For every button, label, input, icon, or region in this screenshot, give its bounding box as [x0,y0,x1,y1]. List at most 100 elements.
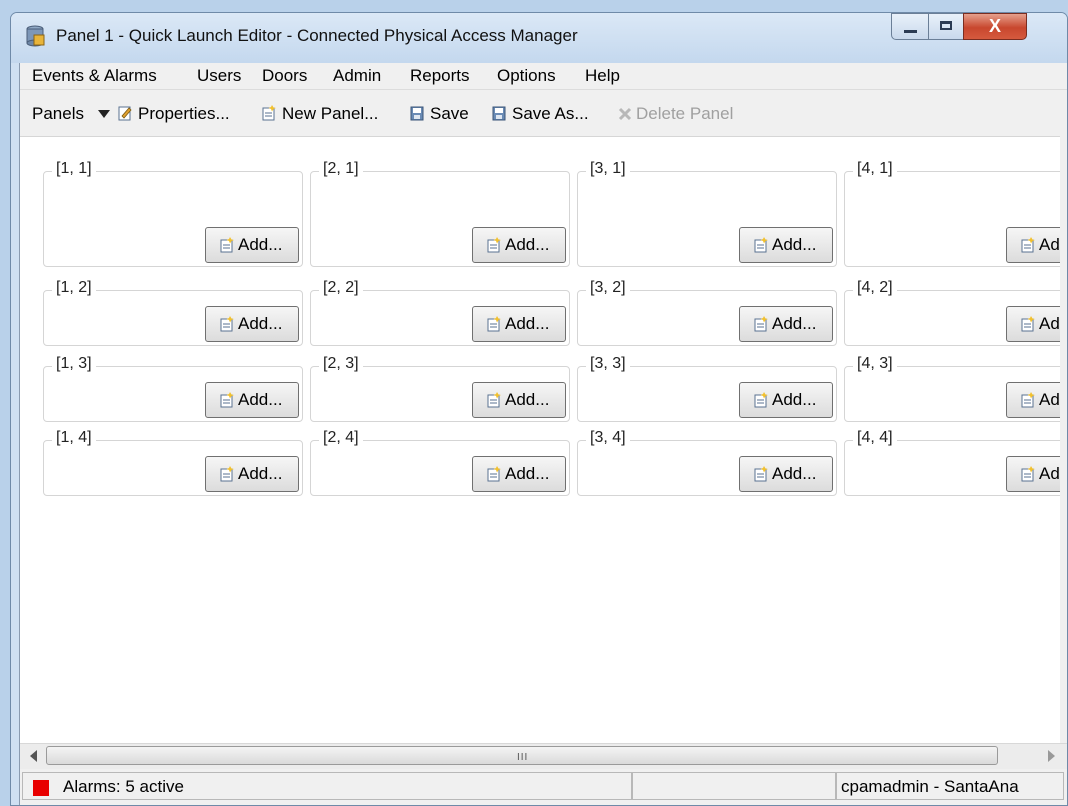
cell-label: [1, 3] [52,355,96,373]
add-button[interactable]: Add... [1006,306,1060,342]
scroll-thumb[interactable]: III [46,746,998,765]
delete-icon [618,107,632,121]
properties-button[interactable]: Properties... [138,104,230,124]
add-item-icon [220,237,234,253]
menu-options[interactable]: Options [497,66,556,86]
menu-events-alarms[interactable]: Events & Alarms [32,66,157,86]
grid-cell: [2, 4] Add... [310,429,570,496]
add-button[interactable]: Add... [1006,456,1060,492]
add-item-icon [220,466,234,482]
add-button[interactable]: Add... [205,227,299,263]
menu-bar: Events & Alarms Users Doors Admin Report… [20,63,1067,90]
grid-cell: [2, 2] Add... [310,279,570,346]
add-button-label: Add... [772,464,817,483]
cell-label: [2, 2] [319,279,363,297]
database-app-icon [26,25,45,47]
cell-label: [2, 4] [319,429,363,447]
add-item-icon [487,392,501,408]
horizontal-scrollbar[interactable]: III [20,743,1067,769]
grid-cell: [3, 4] Add... [577,429,837,496]
dropdown-arrow-icon[interactable] [98,110,110,118]
add-item-icon [220,316,234,332]
add-item-icon [754,316,768,332]
grid-cell: [4, 2] Add... [844,279,1060,346]
add-item-icon [487,466,501,482]
add-button[interactable]: Add... [472,306,566,342]
menu-help[interactable]: Help [585,66,620,86]
menu-users[interactable]: Users [197,66,241,86]
minimize-icon [904,30,917,33]
menu-admin[interactable]: Admin [333,66,381,86]
cell-label: [3, 3] [586,355,630,373]
add-button-label: Add... [238,235,283,254]
grid-cell: [1, 3] Add... [43,355,303,422]
delete-panel-button[interactable]: Delete Panel [636,104,733,124]
save-button[interactable]: Save [430,104,469,124]
add-button[interactable]: Add... [205,382,299,418]
menu-doors[interactable]: Doors [262,66,307,86]
alarms-text: Alarms: 5 active [63,777,184,796]
cell-label: [4, 2] [853,279,897,297]
status-bar: Alarms: 5 active cpamadmin - SantaAna [20,769,1067,805]
add-button-label: Add... [1039,464,1060,483]
status-empty-segment [632,772,836,800]
add-button[interactable]: Add... [739,382,833,418]
add-button-label: Add... [1039,314,1060,333]
cell-label: [1, 1] [52,160,96,178]
grid-cell: [3, 2] Add... [577,279,837,346]
add-button-label: Add... [772,314,817,333]
add-button-label: Add... [505,390,550,409]
grid-cell: [4, 1] Add... [844,160,1060,267]
add-item-icon [754,466,768,482]
grid-cell: [1, 1] Add... [43,160,303,267]
grid-cell: [1, 4] Add... [43,429,303,496]
add-button[interactable]: Add... [739,456,833,492]
add-button-label: Add... [505,464,550,483]
toolbar: Panels Properties... New Panel... Save S… [20,90,1067,136]
user-text: cpamadmin - SantaAna [841,777,1019,796]
close-button[interactable]: X [963,13,1027,40]
scroll-grip: III [517,752,529,763]
cell-label: [4, 1] [853,160,897,178]
alarm-status-segment[interactable]: Alarms: 5 active [22,772,632,800]
add-button-label: Add... [772,235,817,254]
close-icon: X [988,16,1001,36]
add-item-icon [1021,237,1035,253]
scroll-right-arrow-icon[interactable] [1048,750,1055,762]
add-button[interactable]: Add... [205,456,299,492]
add-button[interactable]: Add... [739,306,833,342]
scroll-left-arrow-icon[interactable] [30,750,37,762]
grid-cell: [2, 1] Add... [310,160,570,267]
add-item-icon [487,316,501,332]
panels-dropdown[interactable]: Panels [32,104,84,124]
add-button[interactable]: Add... [1006,227,1060,263]
menu-reports[interactable]: Reports [410,66,470,86]
new-panel-button[interactable]: New Panel... [282,104,378,124]
add-button[interactable]: Add... [472,382,566,418]
maximize-button[interactable] [928,13,964,40]
cell-label: [1, 4] [52,429,96,447]
grid-cell: [4, 3] Add... [844,355,1060,422]
cell-label: [2, 1] [319,160,363,178]
title-bar[interactable]: Panel 1 - Quick Launch Editor - Connecte… [11,13,1067,63]
add-item-icon [1021,466,1035,482]
cell-label: [4, 3] [853,355,897,373]
cell-label: [3, 2] [586,279,630,297]
add-button[interactable]: Add... [1006,382,1060,418]
minimize-button[interactable] [891,13,929,40]
add-button-label: Add... [238,464,283,483]
add-button[interactable]: Add... [739,227,833,263]
add-button[interactable]: Add... [472,227,566,263]
add-button-label: Add... [505,314,550,333]
add-button[interactable]: Add... [472,456,566,492]
add-item-icon [754,237,768,253]
quick-launch-grid: [1, 1] Add... [2, 1] Add... [3, 1] Add... [4, … [20,136,1060,743]
cell-label: [2, 3] [319,355,363,373]
save-as-button[interactable]: Save As... [512,104,589,124]
add-button-label: Add... [238,314,283,333]
add-item-icon [754,392,768,408]
add-button[interactable]: Add... [205,306,299,342]
new-panel-icon [262,105,276,121]
window-title: Panel 1 - Quick Launch Editor - Connecte… [56,26,578,45]
add-button-label: Add... [1039,390,1060,409]
